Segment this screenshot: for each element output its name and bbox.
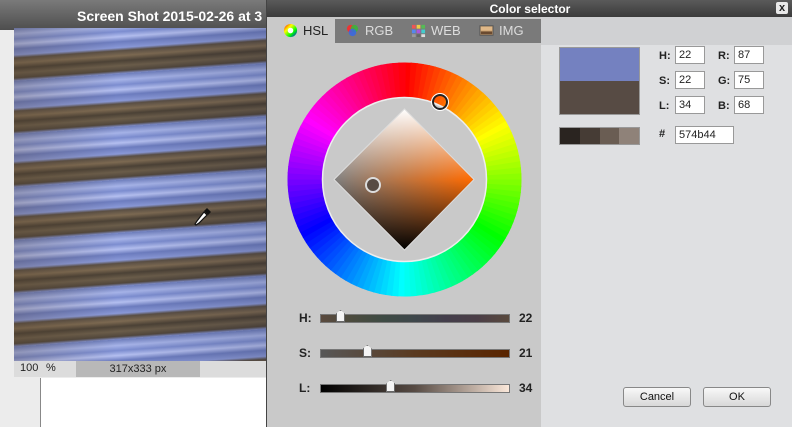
l-slider-label: L: (299, 381, 311, 395)
tab-img-label: IMG (499, 23, 524, 38)
h-field[interactable]: 22 (675, 46, 705, 64)
ok-button[interactable]: OK (703, 387, 771, 407)
mode-tabs: HSL RGB WEB IMG (277, 19, 541, 43)
hsl-panel: H: 22 S: 21 L: 34 (277, 43, 541, 427)
tab-rgb-label: RGB (365, 23, 394, 38)
recent-color-swatch[interactable] (560, 128, 580, 144)
hue-slider-knob[interactable] (335, 310, 345, 322)
lightness-slider[interactable] (320, 380, 510, 393)
h-slider-label: H: (299, 311, 312, 325)
saturation-slider-knob[interactable] (362, 345, 372, 357)
g-field-label: G: (718, 75, 731, 87)
color-preview (559, 47, 640, 115)
b-field[interactable]: 68 (734, 96, 764, 114)
h-slider-value: 22 (519, 311, 533, 325)
s-slider-label: S: (299, 346, 311, 360)
cancel-button[interactable]: Cancel (623, 387, 691, 407)
sl-handle[interactable] (365, 177, 381, 193)
image-window-titlebar[interactable]: Screen Shot 2015-02-26 at 3 (0, 0, 270, 30)
canvas-area (40, 378, 271, 427)
l-field-label: L: (659, 100, 670, 112)
s-slider-value: 21 (519, 346, 533, 360)
g-field[interactable]: 75 (734, 71, 764, 89)
b-field-label: B: (718, 100, 730, 112)
recent-colors (559, 127, 640, 145)
tab-web[interactable]: WEB (405, 19, 469, 43)
rgb-circles-icon (346, 24, 359, 37)
image-window: Screen Shot 2015-02-26 at 3 100 % 317x33… (0, 0, 271, 427)
current-color-swatch (560, 81, 639, 114)
tab-hsl[interactable]: HSL (277, 19, 335, 43)
r-field[interactable]: 87 (734, 46, 764, 64)
s-field-label: S: (659, 75, 670, 87)
image-window-title: Screen Shot 2015-02-26 at 3 (77, 8, 263, 24)
recent-color-swatch[interactable] (579, 128, 600, 144)
dialog-title: Color selector (489, 2, 571, 16)
s-field[interactable]: 22 (675, 71, 705, 89)
saturation-slider[interactable] (320, 345, 510, 358)
zoom-value[interactable]: 100 (20, 362, 38, 374)
panel-header (541, 17, 792, 45)
color-wheel-icon (283, 23, 298, 38)
r-field-label: R: (718, 50, 730, 62)
tab-hsl-label: HSL (303, 23, 329, 38)
image-icon (479, 25, 494, 36)
image-status-bar: 100 % 317x333 px (14, 361, 270, 377)
hex-field[interactable]: 574b44 (675, 126, 734, 144)
recent-color-swatch[interactable] (599, 128, 620, 144)
tab-web-label: WEB (431, 23, 461, 38)
color-selector-dialog: Color selector x HSL RGB WEB IMG H: 22 S… (266, 0, 792, 427)
eyedropper-cursor-icon (194, 208, 211, 226)
lightness-slider-knob[interactable] (386, 380, 396, 392)
recent-color-swatch[interactable] (619, 128, 639, 144)
hue-wheel[interactable] (286, 61, 523, 298)
hue-slider[interactable] (320, 310, 510, 323)
zoom-unit: % (46, 362, 56, 374)
new-color-swatch (560, 48, 639, 81)
tab-rgb[interactable]: RGB (339, 19, 401, 43)
l-field[interactable]: 34 (675, 96, 705, 114)
image-dimensions: 317x333 px (76, 361, 200, 377)
l-slider-value: 34 (519, 381, 533, 395)
dress-photo[interactable] (14, 28, 270, 361)
web-grid-icon (411, 24, 426, 38)
hex-label: # (659, 128, 666, 140)
close-button[interactable]: x (776, 2, 788, 14)
dialog-titlebar[interactable]: Color selector x (267, 0, 792, 17)
h-field-label: H: (659, 50, 671, 62)
tab-img[interactable]: IMG (473, 19, 535, 43)
